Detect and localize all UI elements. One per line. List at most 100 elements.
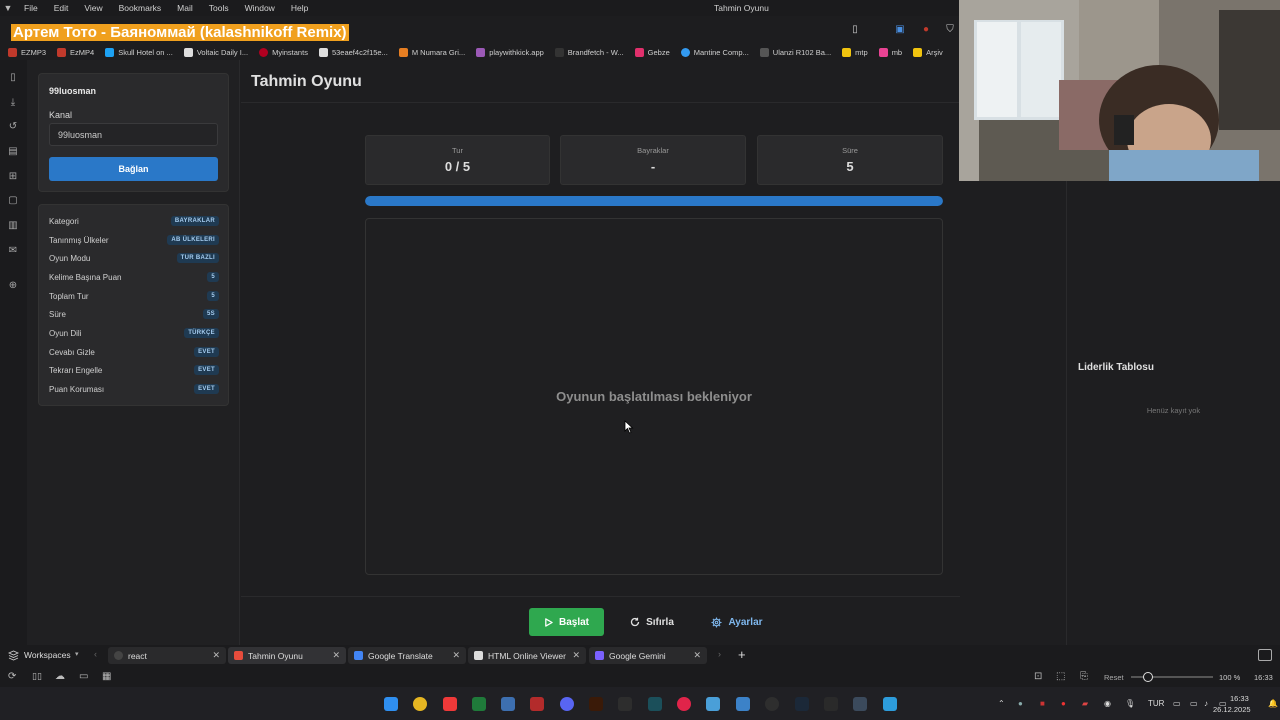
menu-tools[interactable]: Tools [201,3,237,13]
tab-scroll-right-icon[interactable]: › [718,649,721,659]
volume-icon[interactable]: ♪ [1204,699,1208,708]
outlook-icon[interactable] [736,697,750,711]
chrome-icon[interactable] [413,697,427,711]
sync-icon[interactable]: ⟳ [8,671,16,682]
app-icon[interactable] [824,697,838,711]
tray-app-icon[interactable]: ◉ [1104,699,1111,708]
tray-app-icon[interactable]: ● [1018,699,1023,708]
cloud-icon[interactable]: ☁ [55,671,65,682]
bookmark-item[interactable]: mtp [842,47,868,57]
close-icon[interactable]: ✕ [572,650,580,661]
bookmark-item[interactable]: Gebze [634,47,670,57]
tray-app-icon[interactable]: ▭ [1173,699,1181,708]
screenshot-icon[interactable]: ⊡ [1034,671,1042,682]
vivaldi-icon[interactable]: ▼ [0,3,16,13]
chevron-down-icon[interactable]: ▾ [75,650,79,658]
bookmark-item[interactable]: mb [878,47,902,57]
davinci-icon[interactable] [618,697,632,711]
bookmark-item[interactable]: Mantine Comp... [680,47,749,57]
panel-toggle-icon[interactable] [1258,649,1272,661]
explorer-icon[interactable] [706,697,720,711]
downloads-icon[interactable]: ⤓ [7,97,19,109]
page-actions-icon[interactable]: ⎘ [1080,671,1088,682]
add-panel-icon[interactable]: ⊕ [7,280,19,292]
translate-panel-icon[interactable]: ⊞ [7,171,19,183]
translate-icon[interactable]: ▣ [894,24,906,36]
notes-icon[interactable]: ▤ [7,146,19,158]
app-icon[interactable] [648,697,662,711]
calendar-icon[interactable]: ▦ [102,671,111,682]
bookmark-item[interactable]: 53eaef4c2f15e... [318,47,388,57]
workspaces-icon[interactable] [8,650,19,661]
taskbar-date[interactable]: 26.12.2025 [1213,705,1251,714]
tray-app-icon[interactable]: ● [1061,699,1066,708]
close-icon[interactable]: ✕ [212,650,220,661]
menu-file[interactable]: File [16,3,46,13]
tray-app-icon[interactable]: ■ [1040,699,1045,708]
tray-chevron-up-icon[interactable]: ⌃ [998,699,1005,708]
filezilla-icon[interactable] [530,697,544,711]
extension-icon[interactable]: ● [920,24,932,36]
tab-tahmin-oyunu[interactable]: Tahmin Oyunu ✕ [228,647,346,664]
menu-view[interactable]: View [76,3,110,13]
notepad-icon[interactable] [883,697,897,711]
bookmark-item[interactable]: Brandfetch - W... [554,47,624,57]
obs-icon[interactable] [765,697,779,711]
language-indicator[interactable]: TUR [1148,699,1164,708]
taskbar-time[interactable]: 16:33 [1230,694,1249,703]
bookmark-item[interactable]: EZMP3 [8,47,46,57]
tab-react[interactable]: react ✕ [108,647,226,664]
workspaces-label[interactable]: Workspaces [24,650,71,660]
history-icon[interactable]: ↺ [7,121,19,133]
postgres-icon[interactable] [501,697,515,711]
zoom-slider-handle[interactable] [1143,672,1153,682]
bookmark-item[interactable]: playwithkick.app [476,47,544,57]
bookmark-item[interactable]: Arşiv [913,47,943,57]
window-panel-icon[interactable]: ▥ [7,220,19,232]
calculator-icon[interactable] [853,697,867,711]
capture-icon[interactable]: ▭ [79,671,88,682]
tab-html-online-viewer[interactable]: HTML Online Viewer ✕ [468,647,586,664]
connect-button[interactable]: Bağlan [49,157,218,181]
bookmark-item[interactable]: Skull Hotel on ... [105,47,173,57]
mail-icon[interactable]: ✉ [7,245,19,257]
menu-edit[interactable]: Edit [46,3,77,13]
new-tab-icon[interactable]: + [738,647,746,662]
page-tiling-icon[interactable]: ⬚ [1056,671,1065,682]
close-icon[interactable]: ✕ [693,650,701,661]
bookmark-item[interactable]: Voltaic Daily I... [183,47,248,57]
settings-button[interactable]: Ayarlar [705,608,769,636]
bookmark-item[interactable]: M Numara Gri... [398,47,465,57]
tab-scroll-left-icon[interactable]: ‹ [94,649,97,659]
reset-button[interactable]: Sıfırla [622,608,682,636]
network-icon[interactable]: ▭ [1190,699,1198,708]
zoom-reset[interactable]: Reset [1104,673,1124,682]
steam-icon[interactable] [795,697,809,711]
discord-icon[interactable] [560,697,574,711]
bookmark-item[interactable]: Myinstants [259,47,308,57]
menu-help[interactable]: Help [283,3,316,13]
tray-app-icon[interactable]: ▰ [1082,699,1088,708]
menu-window[interactable]: Window [237,3,283,13]
bookmark-item[interactable]: EzMP4 [57,47,94,57]
media-player-icon[interactable] [677,697,691,711]
terminal-icon[interactable] [472,697,486,711]
bookmarks-panel-icon[interactable]: ▯ [7,72,19,84]
tile-icon[interactable]: ▯▯ [32,671,42,682]
vivaldi-taskbar-icon[interactable] [443,697,457,711]
windows-start-icon[interactable] [384,697,398,711]
start-button[interactable]: Başlat [529,608,604,636]
tab-google-gemini[interactable]: Google Gemini ✕ [589,647,707,664]
menu-mail[interactable]: Mail [169,3,201,13]
bookmark-icon[interactable]: ▯ [849,24,861,36]
close-icon[interactable]: ✕ [452,650,460,661]
channel-input[interactable] [49,123,218,146]
illustrator-icon[interactable] [589,697,603,711]
close-icon[interactable]: ✕ [332,650,340,661]
notification-bell-icon[interactable]: 🔔 [1268,699,1278,708]
shield-icon[interactable]: ⛉ [944,24,956,36]
reading-list-icon[interactable]: ▢ [7,195,19,207]
microphone-icon[interactable]: 🎙 [1125,699,1135,708]
tab-google-translate[interactable]: Google Translate ✕ [348,647,466,664]
menu-bookmarks[interactable]: Bookmarks [111,3,170,13]
